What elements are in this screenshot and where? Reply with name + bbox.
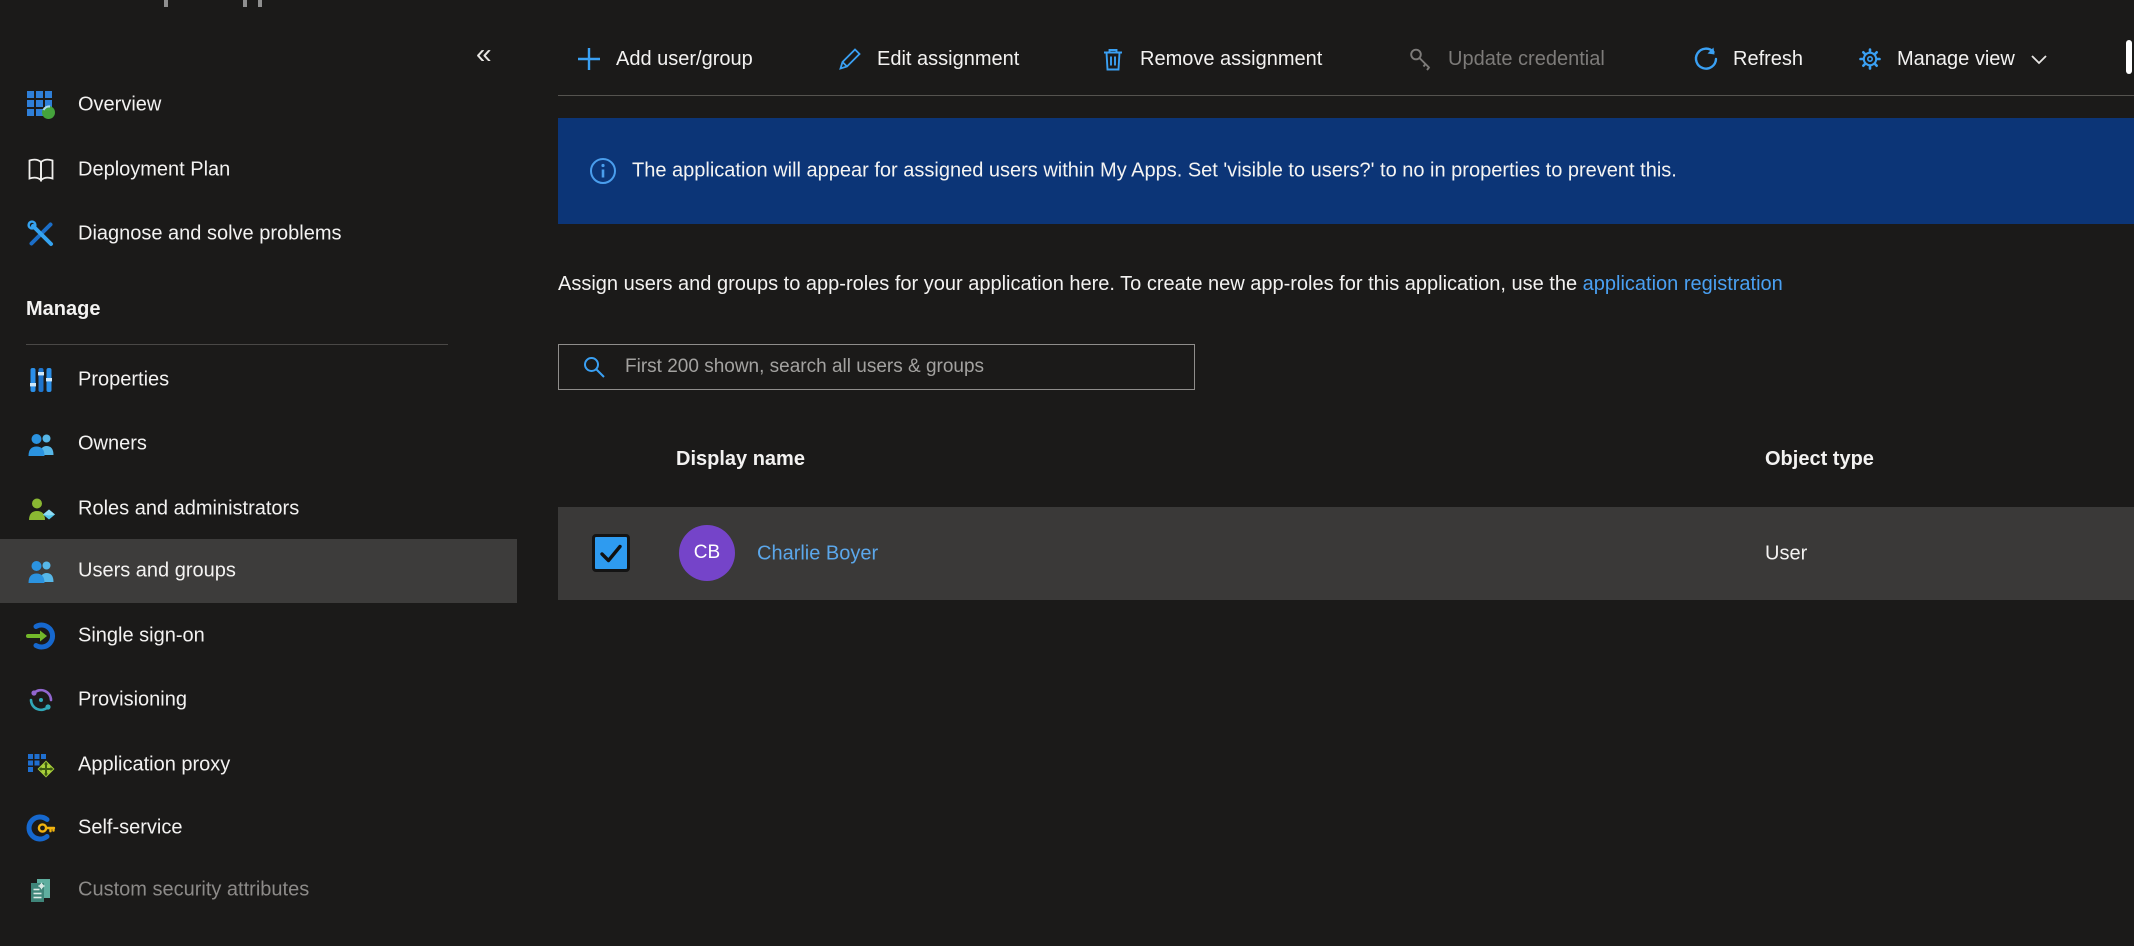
people-icon (26, 556, 56, 586)
chevron-down-icon (2028, 48, 2050, 70)
key-icon (1407, 45, 1435, 73)
sidebar-item-users-and-groups[interactable]: Users and groups (0, 539, 517, 603)
sidebar-item-label: Application proxy (78, 754, 230, 777)
sidebar-item-properties[interactable]: Properties (0, 348, 517, 412)
toolbar-button-label: Manage view (1897, 48, 2015, 71)
gear-icon (1856, 45, 1884, 73)
refresh-button[interactable]: Refresh (1692, 32, 1803, 86)
toolbar-divider (558, 95, 2134, 96)
object-type-value: User (1765, 542, 1807, 565)
person-cube-icon (26, 494, 56, 524)
avatar: CB (679, 525, 735, 581)
sidebar: « Overview (0, 0, 517, 946)
update-credential-button[interactable]: Update credential (1407, 32, 1605, 86)
document-gear-icon (26, 875, 56, 905)
sign-in-arrow-icon (26, 621, 56, 651)
sidebar-item-provisioning[interactable]: Provisioning (0, 668, 517, 732)
sidebar-item-application-proxy[interactable]: Application proxy (0, 733, 517, 797)
add-user-group-button[interactable]: Add user/group (575, 32, 753, 86)
overview-grid-globe-icon (26, 90, 56, 120)
sidebar-item-deployment-plan[interactable]: Deployment Plan (0, 138, 517, 202)
provisioning-cycle-icon (26, 685, 56, 715)
sidebar-item-diagnose[interactable]: Diagnose and solve problems (0, 202, 517, 266)
main-content: Add user/group Edit assignment Remov (558, 0, 2134, 946)
sidebar-item-label: Deployment Plan (78, 159, 230, 182)
users-and-groups-blade: « Overview (0, 0, 2134, 946)
people-icon (26, 429, 56, 459)
edit-assignment-button[interactable]: Edit assignment (836, 32, 1019, 86)
vertical-scrollbar-thumb[interactable] (2126, 40, 2132, 74)
user-display-name-link[interactable]: Charlie Boyer (757, 542, 878, 565)
sidebar-item-label: Roles and administrators (78, 498, 299, 521)
remove-assignment-button[interactable]: Remove assignment (1099, 32, 1322, 86)
intro-sentence: Assign users and groups to app-roles for… (558, 273, 1583, 295)
toolbar-button-label: Remove assignment (1140, 48, 1322, 71)
toolbar-button-label: Update credential (1448, 48, 1605, 71)
sidebar-item-roles-administrators[interactable]: Roles and administrators (0, 477, 517, 541)
banner-text: The application will appear for assigned… (632, 160, 1677, 183)
plus-icon (575, 45, 603, 73)
pencil-icon (836, 45, 864, 73)
grid-diamond-arrows-icon (26, 750, 56, 780)
sidebar-item-owners[interactable]: Owners (0, 412, 517, 476)
toolbar-button-label: Refresh (1733, 48, 1803, 71)
key-circle-icon (26, 813, 56, 843)
sidebar-item-label: Custom security attributes (78, 879, 309, 902)
sidebar-item-label: Owners (78, 433, 147, 456)
sidebar-section-manage: Manage (26, 298, 100, 321)
column-header-object-type: Object type (1765, 448, 1874, 471)
sidebar-item-label: Users and groups (78, 560, 236, 583)
sidebar-item-label: Properties (78, 369, 169, 392)
sidebar-item-overview[interactable]: Overview (0, 73, 517, 137)
search-input[interactable] (623, 355, 1186, 379)
crossed-tools-icon (26, 219, 56, 249)
sidebar-item-label: Diagnose and solve problems (78, 223, 342, 246)
open-book-icon (26, 155, 56, 185)
intro-text: Assign users and groups to app-roles for… (558, 273, 1783, 296)
application-registration-link[interactable]: application registration (1583, 273, 1783, 295)
sidebar-item-label: Provisioning (78, 689, 187, 712)
refresh-icon (1692, 45, 1720, 73)
trash-icon (1099, 45, 1127, 73)
manage-view-button[interactable]: Manage view (1856, 32, 2050, 86)
column-header-display-name: Display name (676, 448, 805, 471)
sidebar-item-label: Overview (78, 94, 161, 117)
toolbar-button-label: Edit assignment (877, 48, 1019, 71)
sidebar-divider (26, 344, 448, 345)
sidebar-item-label: Self-service (78, 817, 182, 840)
info-icon (589, 157, 617, 185)
sidebar-item-self-service[interactable]: Self-service (0, 796, 517, 860)
table-row[interactable]: CB Charlie Boyer User (558, 507, 2134, 600)
sliders-icon (26, 365, 56, 395)
sidebar-item-label: Single sign-on (78, 625, 205, 648)
info-banner: The application will appear for assigned… (558, 118, 2134, 224)
search-box (558, 344, 1195, 390)
toolbar-button-label: Add user/group (616, 48, 753, 71)
row-checkbox[interactable] (592, 534, 630, 572)
sidebar-item-single-sign-on[interactable]: Single sign-on (0, 604, 517, 668)
sidebar-item-custom-security-attributes[interactable]: Custom security attributes (0, 858, 517, 922)
sidebar-collapse-icon[interactable]: « (476, 40, 492, 68)
search-icon (581, 354, 607, 380)
